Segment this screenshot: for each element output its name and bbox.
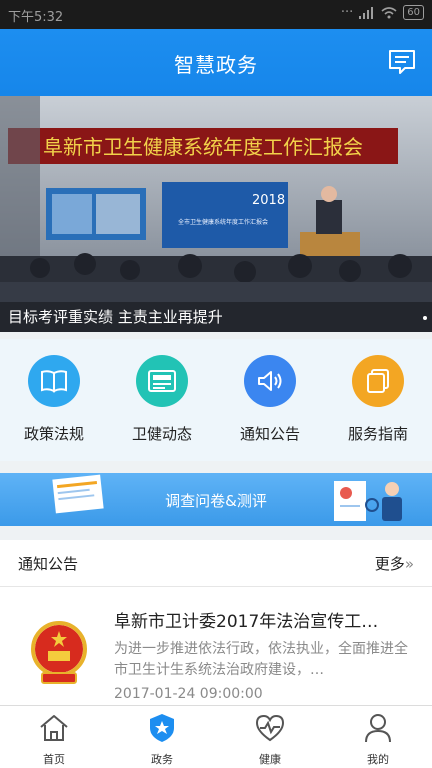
notice-summary: 为进一步推进依法行政，依法执业，全面推进全市卫生计生系统法治政府建设，… [114, 641, 408, 678]
more-dots-icon: ··· [340, 5, 354, 20]
page-title: 智慧政务 [174, 53, 258, 77]
app-bar: 智慧政务 [0, 29, 432, 96]
notice-section-header: 通知公告 更多» [0, 540, 432, 587]
notice-section-title: 通知公告 [18, 555, 79, 573]
wifi-icon [381, 6, 397, 18]
double-chevron-right-icon: » [404, 555, 414, 573]
user-icon [365, 714, 391, 743]
tab-label: 首页 [43, 753, 65, 766]
feature-news[interactable]: 卫健动态 [108, 339, 216, 461]
message-icon[interactable] [388, 48, 416, 76]
feature-grid: 政策法规 卫健动态 通知公告 服务指南 [0, 339, 432, 461]
more-link[interactable]: 更多» [375, 553, 414, 574]
feature-label: 通知公告 [239, 425, 300, 443]
layers-icon [352, 355, 404, 407]
tab-label: 健康 [259, 753, 281, 766]
battery-icon: 60 [403, 5, 424, 20]
status-icons: ··· 60 [341, 5, 424, 20]
status-time: 下午5:32 [8, 10, 64, 25]
tab-label: 政务 [151, 753, 173, 766]
feature-guide[interactable]: 服务指南 [324, 339, 432, 461]
bottom-tab-bar: 首页 政务 健康 我的 [0, 705, 432, 768]
feature-label: 服务指南 [347, 425, 408, 443]
national-emblem-icon [31, 621, 87, 684]
status-bar: 下午5:32 ··· 60 [0, 0, 432, 29]
feature-policy[interactable]: 政策法规 [0, 339, 108, 461]
home-icon [40, 715, 68, 741]
notice-item[interactable]: 阜新市卫计委2017年法治宣传工… 为进一步推进依法行政，依法执业，全面推进全市… [0, 587, 432, 707]
feature-notice[interactable]: 通知公告 [216, 339, 324, 461]
banner-image: 阜新市卫生健康系统年度工作汇报会 2018 全市卫生健康系统年度工作汇报会 [0, 96, 432, 332]
feature-label: 卫健动态 [131, 425, 192, 443]
svg-text:2018: 2018 [252, 193, 285, 208]
shield-star-icon [150, 714, 174, 742]
heart-pulse-icon [255, 714, 285, 742]
tab-label: 我的 [367, 753, 389, 766]
tab-home[interactable]: 首页 [0, 706, 108, 768]
svg-text:全市卫生健康系统年度工作汇报会: 全市卫生健康系统年度工作汇报会 [178, 218, 268, 226]
survey-banner[interactable]: 调查问卷&测评 [0, 473, 432, 526]
speaker-icon [244, 355, 296, 407]
tab-government[interactable]: 政务 [108, 706, 216, 768]
carousel-indicator [423, 316, 427, 320]
more-label: 更多 [374, 555, 405, 573]
notice-title: 阜新市卫计委2017年法治宣传工… [114, 612, 379, 632]
tab-health[interactable]: 健康 [216, 706, 324, 768]
tab-mine[interactable]: 我的 [324, 706, 432, 768]
survey-label: 调查问卷&测评 [165, 492, 267, 510]
book-icon [28, 355, 80, 407]
news-icon [136, 355, 188, 407]
feature-label: 政策法规 [23, 425, 84, 443]
banner-carousel[interactable]: 阜新市卫生健康系统年度工作汇报会 2018 全市卫生健康系统年度工作汇报会 目标… [0, 96, 432, 332]
banner-caption: 目标考评重实绩 主责主业再提升 [0, 302, 432, 332]
notice-date: 2017-01-24 09:00:00 [114, 686, 263, 702]
signal-icon [359, 6, 374, 19]
banner-headline: 阜新市卫生健康系统年度工作汇报会 [43, 135, 363, 159]
